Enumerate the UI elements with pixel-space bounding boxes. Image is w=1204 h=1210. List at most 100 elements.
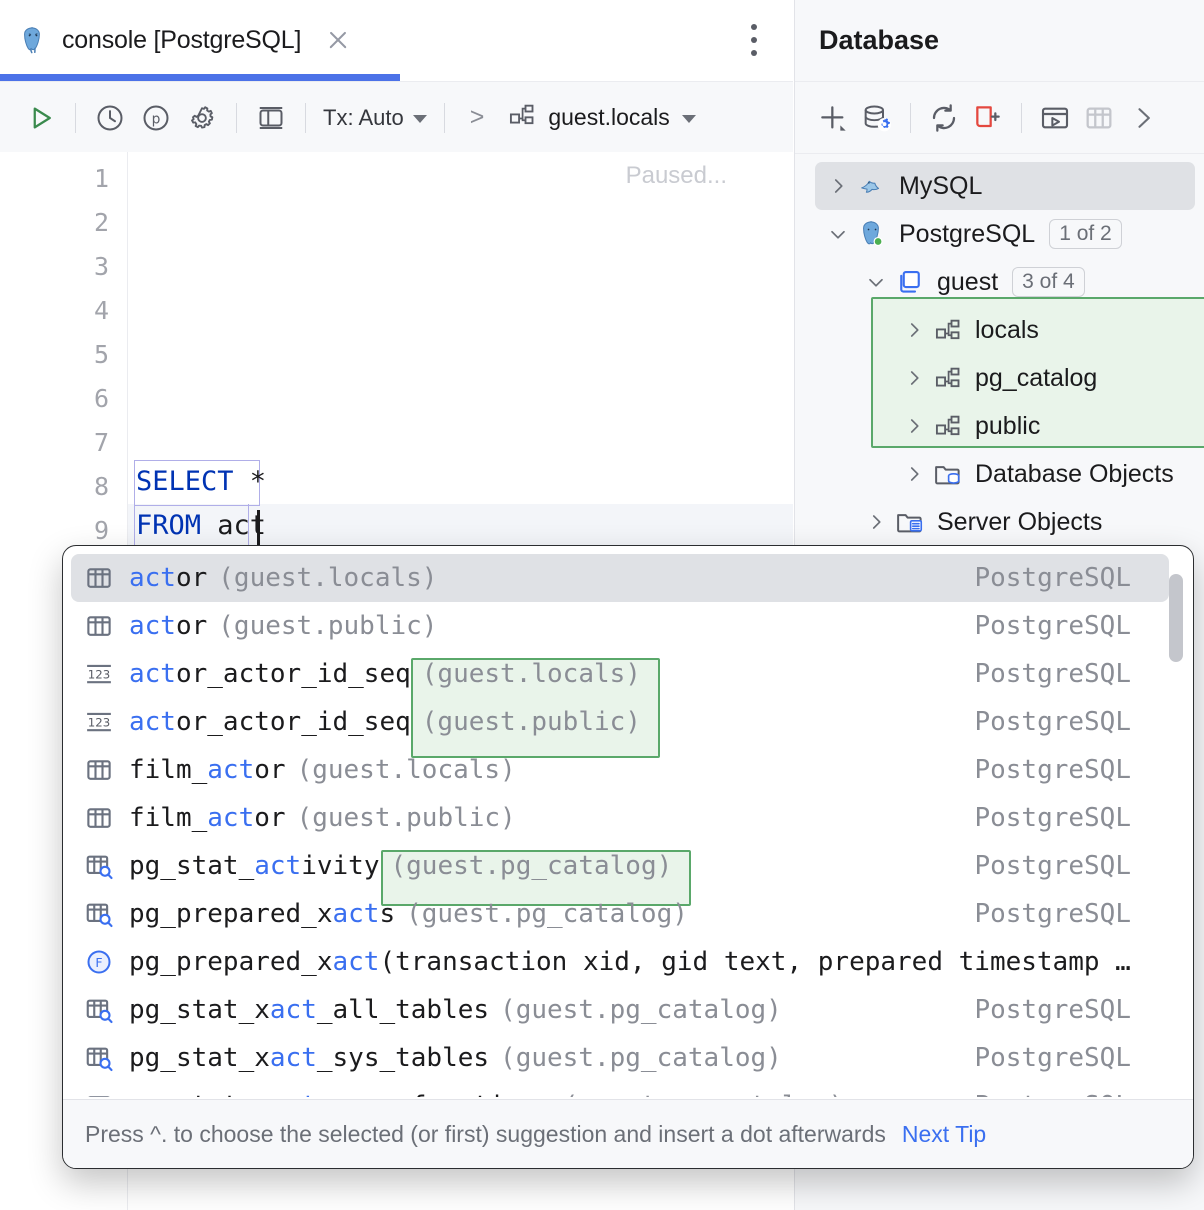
table-icon [83,754,115,786]
tree-node-pg-catalog[interactable]: pg_catalog [891,354,1204,402]
completion-list[interactable]: actor (guest.locals) PostgreSQL actor (g… [63,554,1193,1097]
tree-node-public[interactable]: public [891,402,1204,450]
tree-node-badge: 1 of 2 [1049,219,1122,249]
completion-item-type: PostgreSQL [974,707,1131,737]
tree-node-database-objects[interactable]: Database Objects [891,450,1204,498]
chevron-right-icon[interactable] [1121,96,1165,140]
tree-node-label: Server Objects [937,508,1102,537]
schema-label: guest.locals [548,104,669,131]
add-icon[interactable] [811,96,855,140]
mysql-dolphin-icon [857,171,887,201]
schema-selector[interactable]: guest.locals [508,101,695,135]
run-button[interactable] [18,95,64,141]
completion-item-name: pg_prepared_xact(transaction xid, gid te… [129,947,1131,977]
completion-item-name: film_actor [129,755,286,785]
table-icon [83,562,115,594]
line-number: 6 [94,384,109,413]
layout-toggle-icon[interactable] [248,95,294,141]
tree-node-badge: 3 of 4 [1012,267,1085,297]
completion-item-type: PostgreSQL [974,899,1131,929]
completion-item[interactable]: pg_stat_xact_all_tables (guest.pg_catalo… [63,986,1193,1034]
next-tip-link[interactable]: Next Tip [902,1121,986,1148]
completion-item-type: PostgreSQL [974,1091,1131,1097]
gear-icon[interactable] [179,95,225,141]
database-tree[interactable]: MySQL PostgreSQL 1 of 2 [795,154,1204,546]
more-options-icon[interactable] [751,24,759,58]
expand-toolbar-button[interactable]: > [456,103,499,132]
chevron-right-icon[interactable] [901,461,927,487]
footer-hint-text: Press ^. to choose the selected (or firs… [85,1121,886,1148]
completion-item-name: pg_stat_activity [129,851,379,881]
code-completion-popup[interactable]: actor (guest.locals) PostgreSQL actor (g… [62,545,1194,1169]
tree-node-postgresql[interactable]: PostgreSQL 1 of 2 [815,210,1204,258]
tree-node-mysql[interactable]: MySQL [815,162,1195,210]
tree-node-label: public [975,412,1040,441]
completion-item[interactable]: pg_stat_xact_sys_tables (guest.pg_catalo… [63,1034,1193,1082]
chevron-right-icon[interactable] [863,509,889,535]
chevron-right-icon[interactable] [901,413,927,439]
sql-keyword: FROM [136,510,201,541]
open-console-icon[interactable] [1033,96,1077,140]
view-icon [83,850,115,882]
schema-icon [933,363,963,393]
toolbar-divider [1021,103,1022,133]
completion-item[interactable]: actor (guest.public) PostgreSQL [63,602,1193,650]
completion-item-name: actor_actor_id_seq [129,707,411,737]
svg-text:p: p [152,111,161,127]
view-icon [83,1042,115,1074]
chevron-down-icon [682,115,696,123]
table-editor-icon[interactable] [1077,96,1121,140]
chevron-right-icon[interactable] [825,173,851,199]
svg-text:F: F [95,955,102,970]
database-objects-folder-icon [933,459,963,489]
chevron-down-icon[interactable] [825,221,851,247]
parameters-icon[interactable]: p [133,95,179,141]
completion-item-qualifier: (guest.pg_catalog) [500,1043,782,1073]
completion-item-type: PostgreSQL [974,563,1131,593]
tree-node-label: PostgreSQL [899,220,1035,249]
svg-text:123: 123 [88,716,110,730]
tab-title: console [PostgreSQL] [62,26,301,55]
database-icon [895,267,925,297]
chevron-right-icon[interactable] [901,317,927,343]
database-toolbar [795,82,1204,154]
disconnect-icon[interactable] [966,96,1010,140]
tab-console-postgresql[interactable]: console [PostgreSQL] [18,0,351,80]
completion-item[interactable]: F pg_prepared_xact(transaction xid, gid … [63,938,1193,986]
chevron-right-icon[interactable] [901,365,927,391]
history-icon[interactable] [87,95,133,141]
completion-item-type: PostgreSQL [974,659,1131,689]
completion-item-name: pg_prepared_xacts [129,899,395,929]
toolbar-divider [75,103,76,133]
completion-item-type: PostgreSQL [974,803,1131,833]
table-icon [83,1090,115,1097]
line-number: 8 [94,472,109,501]
line-number: 9 [94,516,109,545]
refresh-icon[interactable] [922,96,966,140]
tree-node-locals[interactable]: locals [891,306,1204,354]
completion-item-name: pg_stat_xact_all_tables [129,995,489,1025]
tree-node-label: guest [937,268,998,297]
transaction-mode-selector[interactable]: Tx: Auto [317,101,433,135]
tree-node-server-objects[interactable]: Server Objects [853,498,1204,546]
line-number: 1 [94,164,109,193]
completion-item-name: actor_actor_id_seq [129,659,411,689]
completion-item-qualifier: (guest.pg_catalog) [563,1091,845,1097]
function-icon: F [83,946,115,978]
completion-scrollbar[interactable] [1169,574,1183,662]
completion-item-name: pg_stat_xact_user_functions [129,1091,552,1097]
line-number: 2 [94,208,109,237]
completion-item[interactable]: film_actor (guest.public) PostgreSQL [63,794,1193,842]
close-icon[interactable] [325,27,351,53]
tree-node-label: pg_catalog [975,364,1097,393]
database-panel-title: Database [795,0,1204,82]
chevron-down-icon[interactable] [863,269,889,295]
completion-item[interactable]: pg_stat_xact_user_functions (guest.pg_ca… [63,1082,1193,1097]
toolbar-divider [305,103,306,133]
tree-node-label: MySQL [899,172,982,201]
completion-item[interactable]: actor (guest.locals) PostgreSQL [63,554,1193,602]
completion-item-qualifier: (guest.locals) [422,659,641,689]
data-source-properties-icon[interactable] [855,96,899,140]
completion-item-name: actor [129,611,207,641]
completion-item-type: PostgreSQL [974,1043,1131,1073]
